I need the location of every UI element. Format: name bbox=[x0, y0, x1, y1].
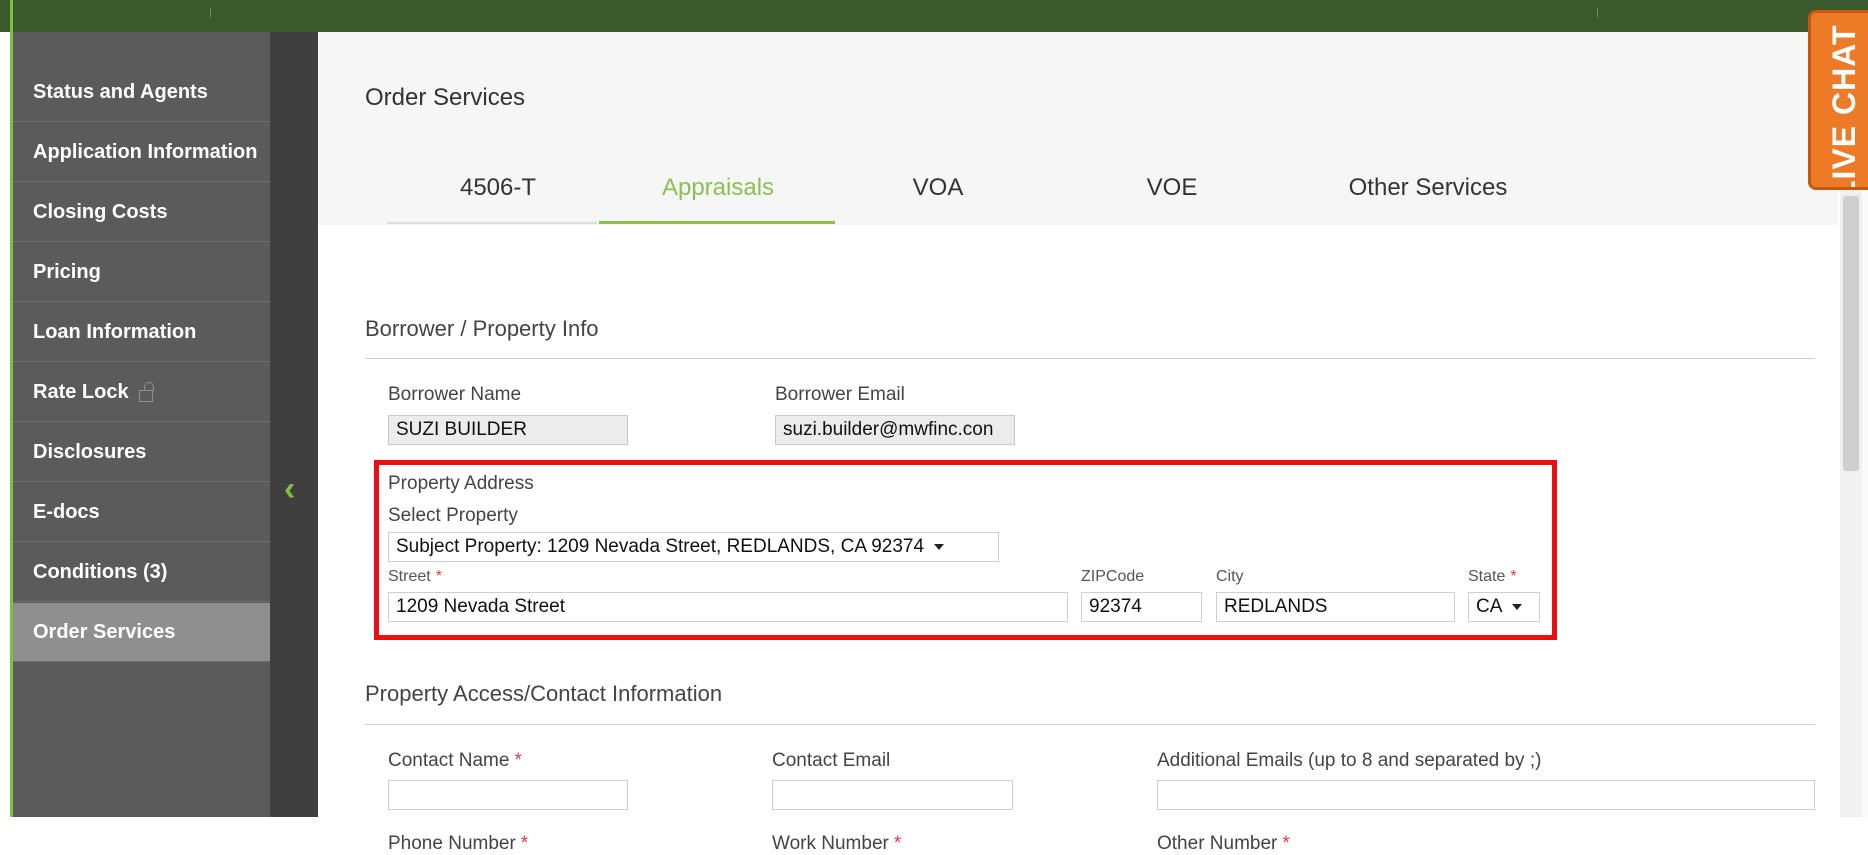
appraisals-form: Borrower / Property Info Borrower Name S… bbox=[318, 225, 1838, 854]
select-property-label: Select Property bbox=[388, 505, 518, 526]
zipcode-field[interactable]: 92374 bbox=[1081, 592, 1202, 622]
header-divider bbox=[210, 8, 211, 18]
phone-number-label-text: Phone Number bbox=[388, 833, 516, 854]
state-dropdown[interactable]: CA bbox=[1468, 592, 1540, 622]
borrower-name-label: Borrower Name bbox=[388, 384, 522, 405]
additional-emails-label: Additional Emails (up to 8 and separated… bbox=[1157, 750, 1542, 771]
top-header-bar bbox=[0, 0, 1868, 32]
sidebar-item-disclosures[interactable]: Disclosures bbox=[13, 423, 270, 482]
contact-email-label: Contact Email bbox=[772, 750, 891, 771]
sidebar-item-label: Status and Agents bbox=[33, 80, 208, 103]
sidebar-item-rate-lock[interactable]: Rate Lock bbox=[13, 363, 270, 422]
street-field[interactable]: 1209 Nevada Street bbox=[388, 592, 1068, 622]
chevron-down-icon bbox=[934, 544, 945, 550]
contact-name-label: Contact Name * bbox=[388, 750, 522, 772]
sidebar-nav: Status and Agents Application Informatio… bbox=[13, 32, 270, 817]
borrower-email-value: suzi.builder@mwfinc.con bbox=[783, 419, 994, 440]
tab-appraisals[interactable]: Appraisals bbox=[648, 174, 788, 202]
tab-divider bbox=[387, 222, 597, 224]
sidebar-item-application-information[interactable]: Application Information bbox=[13, 123, 270, 182]
unlocked-padlock-icon bbox=[138, 382, 154, 402]
zipcode-value: 92374 bbox=[1089, 596, 1142, 617]
required-asterisk: * bbox=[520, 833, 529, 854]
sidebar-item-e-docs[interactable]: E-docs bbox=[13, 483, 270, 542]
active-tab-indicator bbox=[599, 221, 835, 224]
contact-name-input[interactable] bbox=[388, 780, 628, 810]
required-asterisk: * bbox=[1282, 833, 1290, 854]
vertical-scrollbar[interactable] bbox=[1840, 190, 1862, 817]
frame-border bbox=[10, 0, 13, 817]
contact-name-label-text: Contact Name bbox=[388, 750, 510, 771]
sidebar-item-label: Rate Lock bbox=[33, 380, 129, 403]
header-divider bbox=[1597, 8, 1598, 18]
sidebar-item-label: E-docs bbox=[33, 500, 100, 523]
sidebar-item-loan-information[interactable]: Loan Information bbox=[13, 303, 270, 362]
required-asterisk: * bbox=[514, 750, 522, 771]
borrower-email-label: Borrower Email bbox=[775, 384, 905, 405]
street-value: 1209 Nevada Street bbox=[396, 596, 566, 617]
scrollbar-thumb[interactable] bbox=[1843, 196, 1859, 471]
sidebar-item-label: Conditions (3) bbox=[33, 560, 168, 583]
sidebar-item-order-services[interactable]: Order Services bbox=[13, 603, 270, 662]
chevron-left-icon[interactable]: ‹ bbox=[284, 472, 295, 506]
borrower-name-value: SUZI BUILDER bbox=[396, 419, 527, 440]
tab-other-services[interactable]: Other Services bbox=[1338, 174, 1518, 202]
state-value: CA bbox=[1476, 596, 1503, 617]
main-panel: Order Services 4506-T Appraisals VOA VOE… bbox=[318, 32, 1838, 854]
sidebar-collapse-strip[interactable]: ‹ bbox=[270, 32, 318, 817]
section-title-borrower-property: Borrower / Property Info bbox=[365, 316, 599, 341]
borrower-email-field[interactable]: suzi.builder@mwfinc.con bbox=[775, 415, 1015, 445]
city-field[interactable]: REDLANDS bbox=[1216, 592, 1455, 622]
sidebar-item-label: Order Services bbox=[33, 620, 176, 643]
other-number-label: Other Number * bbox=[1157, 833, 1290, 855]
phone-number-label: Phone Number * bbox=[388, 833, 528, 855]
required-asterisk: * bbox=[1510, 568, 1517, 585]
sidebar-item-label: Loan Information bbox=[33, 320, 197, 343]
section-divider bbox=[365, 724, 1815, 725]
zipcode-label: ZIPCode bbox=[1081, 568, 1145, 585]
borrower-name-field[interactable]: SUZI BUILDER bbox=[388, 415, 628, 445]
tab-voe[interactable]: VOE bbox=[1132, 174, 1212, 202]
sidebar-item-pricing[interactable]: Pricing bbox=[13, 243, 270, 302]
contact-email-input[interactable] bbox=[772, 780, 1013, 810]
sidebar-item-label: Pricing bbox=[33, 260, 101, 283]
sidebar-item-label: Disclosures bbox=[33, 440, 147, 463]
city-value: REDLANDS bbox=[1224, 596, 1328, 617]
other-number-label-text: Other Number bbox=[1157, 833, 1278, 854]
sidebar-item-label: Application Information bbox=[33, 140, 258, 163]
select-property-dropdown[interactable]: Subject Property: 1209 Nevada Street, RE… bbox=[388, 532, 999, 562]
tab-voa[interactable]: VOA bbox=[898, 174, 978, 202]
street-label-text: Street bbox=[388, 568, 431, 585]
section-divider bbox=[365, 358, 1815, 359]
sidebar-item-closing-costs[interactable]: Closing Costs bbox=[13, 183, 270, 242]
additional-emails-input[interactable] bbox=[1157, 780, 1815, 810]
select-property-value: Subject Property: 1209 Nevada Street, RE… bbox=[396, 536, 925, 557]
required-asterisk: * bbox=[435, 568, 442, 585]
city-label: City bbox=[1216, 568, 1244, 585]
street-label: Street * bbox=[388, 568, 442, 586]
sidebar-item-label: Closing Costs bbox=[33, 200, 168, 223]
section-title-property-access: Property Access/Contact Information bbox=[365, 681, 723, 706]
property-address-label: Property Address bbox=[388, 473, 534, 494]
live-chat-label: LIVE CHAT bbox=[1826, 24, 1862, 190]
state-label-text: State bbox=[1468, 568, 1506, 585]
work-number-label: Work Number * bbox=[772, 833, 901, 855]
sidebar-item-status-and-agents[interactable]: Status and Agents bbox=[13, 63, 270, 122]
sidebar-item-conditions[interactable]: Conditions (3) bbox=[13, 543, 270, 602]
page-title: Order Services bbox=[365, 84, 526, 111]
required-asterisk: * bbox=[893, 833, 902, 854]
state-label: State * bbox=[1468, 568, 1517, 586]
chevron-down-icon bbox=[1512, 604, 1523, 610]
live-chat-button[interactable]: LIVE CHAT bbox=[1808, 10, 1868, 190]
work-number-label-text: Work Number bbox=[772, 833, 889, 854]
tab-4506-t[interactable]: 4506-T bbox=[440, 174, 556, 202]
